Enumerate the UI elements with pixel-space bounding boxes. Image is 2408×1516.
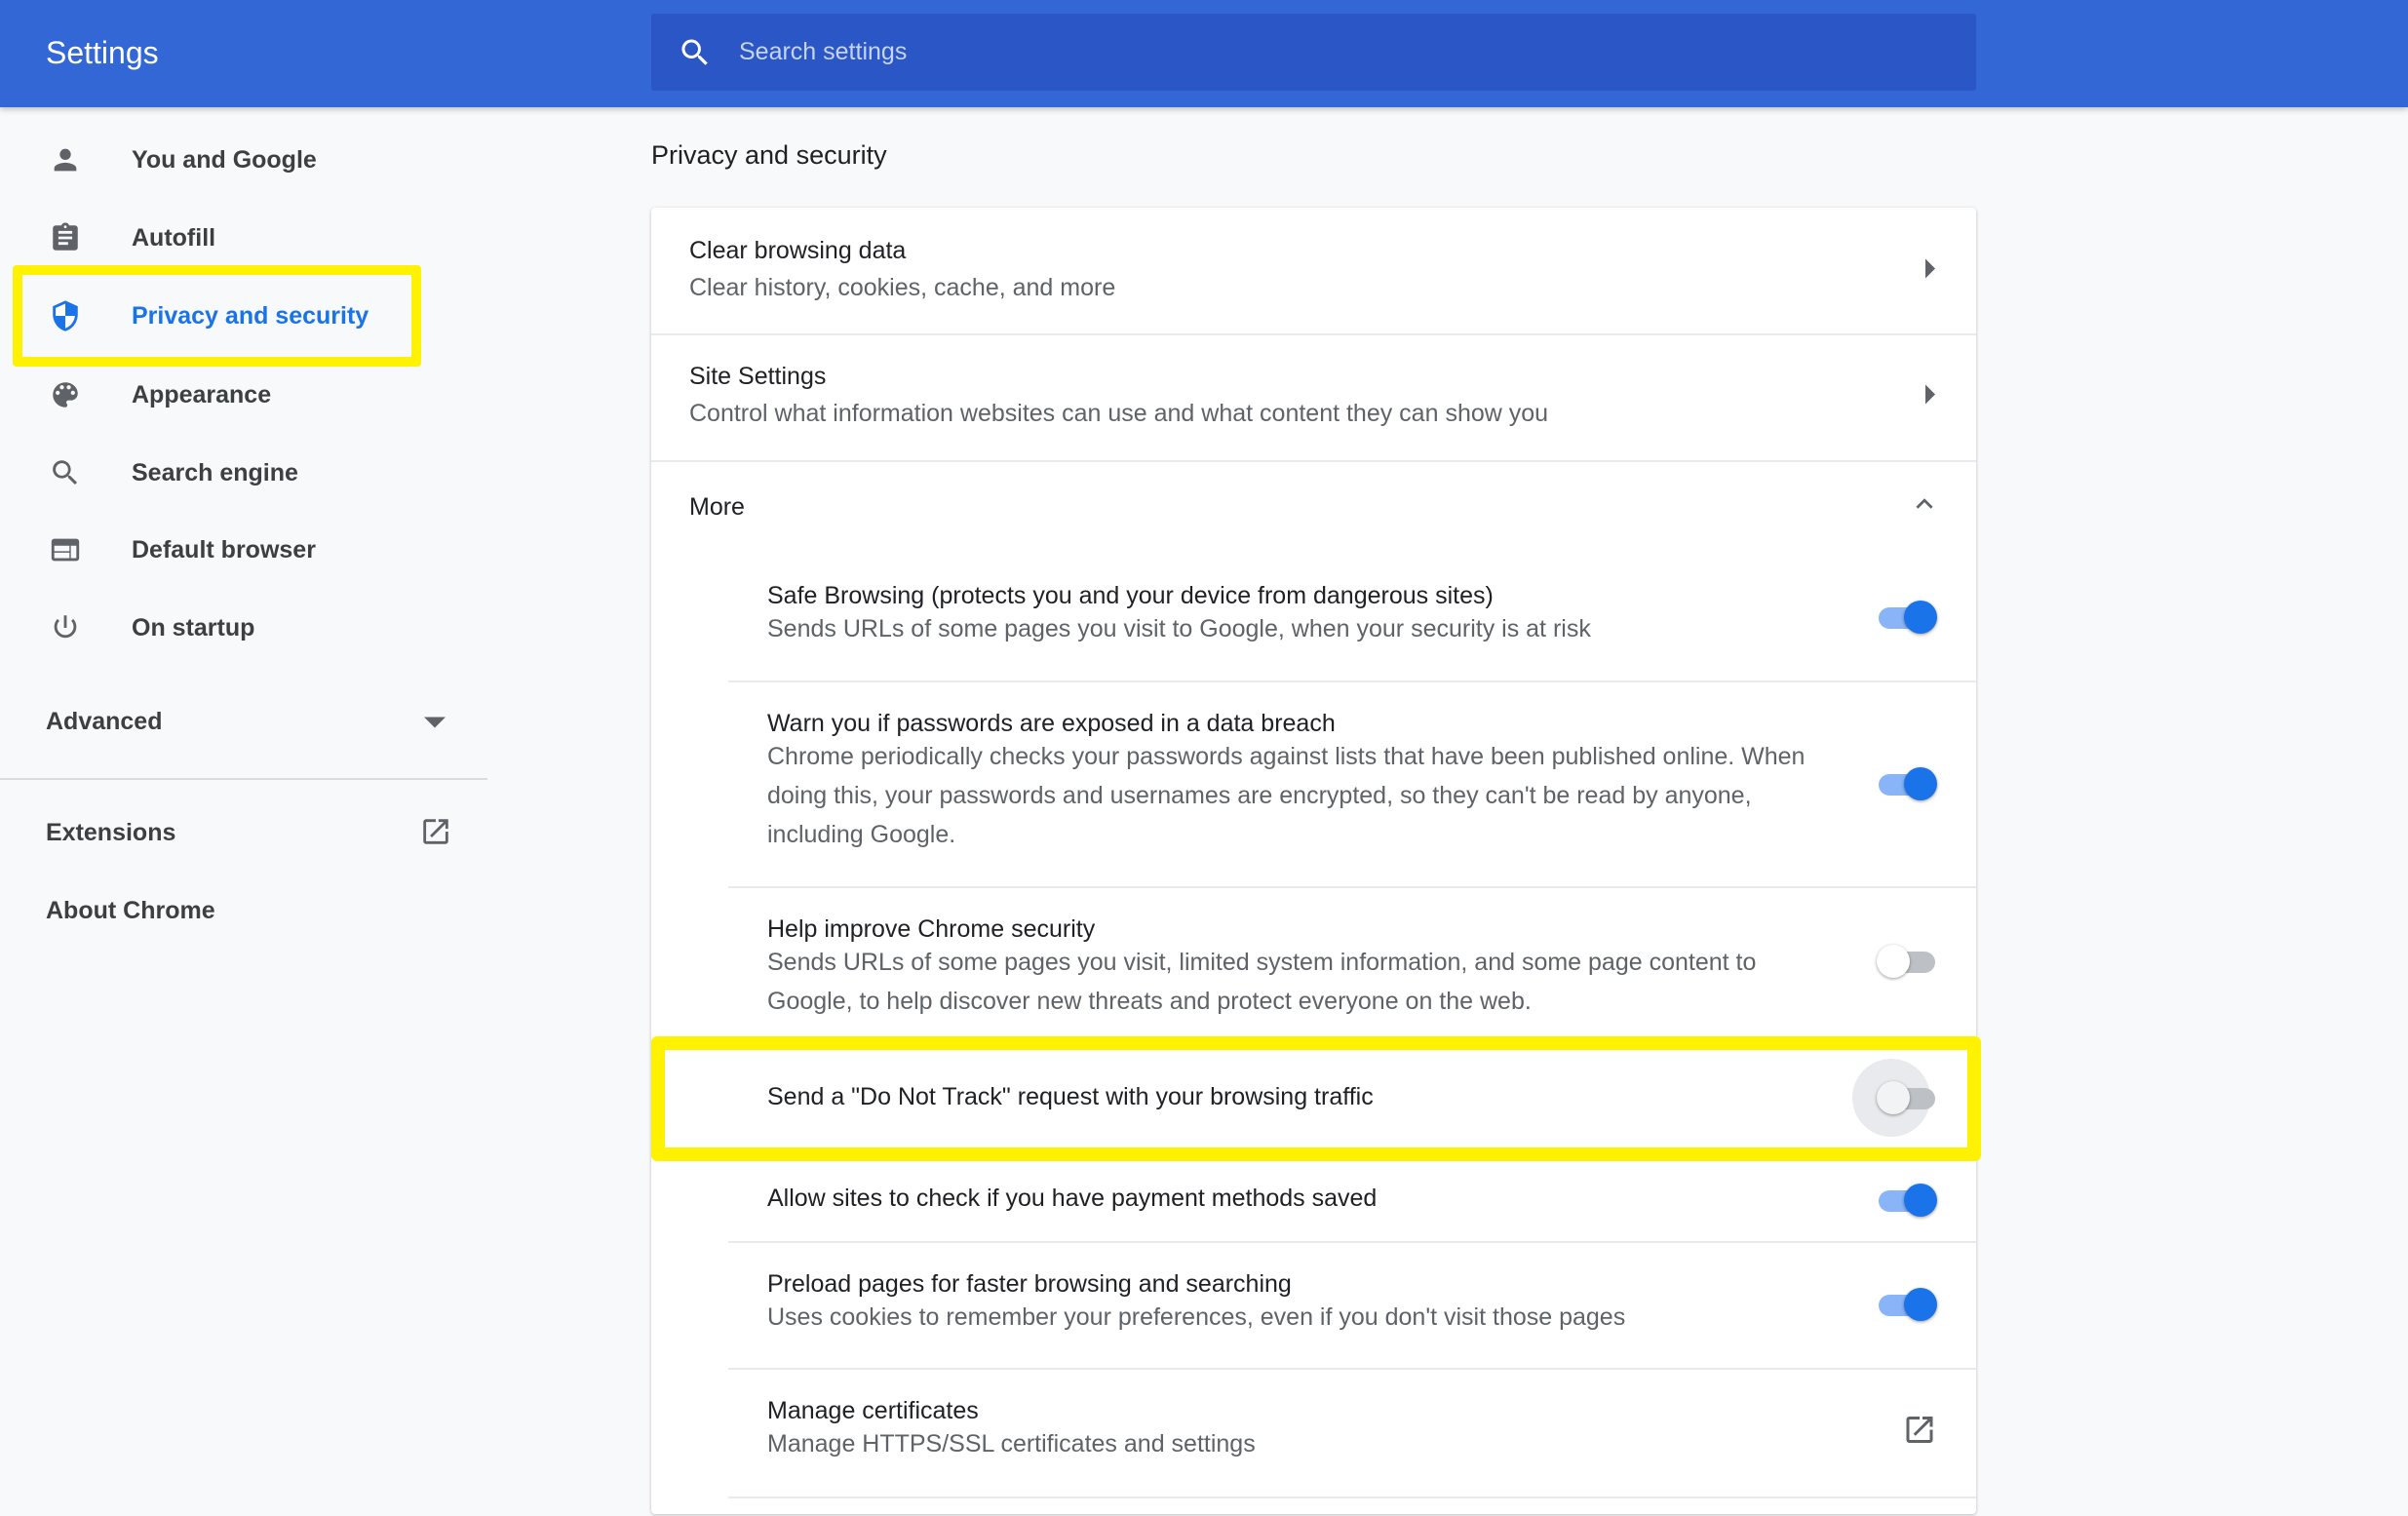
more-section-header[interactable]: More [651, 460, 1976, 553]
header: Settings [0, 0, 2408, 107]
palette-icon [49, 378, 82, 411]
search-input[interactable] [739, 14, 1909, 91]
sidebar-item-autofill[interactable]: Autofill [0, 204, 487, 272]
sidebar-item-you-and-google[interactable]: You and Google [0, 126, 487, 194]
search-bar[interactable] [651, 14, 1976, 91]
sidebar-item-default-browser[interactable]: Default browser [0, 516, 487, 584]
highlight-box-do-not-track [651, 1036, 1981, 1161]
row-divider [728, 1497, 1976, 1498]
preload-pages-row: Preload pages for faster browsing and se… [651, 1241, 1976, 1368]
safe-browsing-row: Safe Browsing (protects you and your dev… [651, 553, 1976, 680]
sidebar-item-on-startup[interactable]: On startup [0, 594, 487, 662]
row-partial [651, 1497, 1976, 1516]
app-title: Settings [46, 35, 159, 71]
external-link-icon[interactable] [1902, 1413, 1937, 1453]
help-improve-security-row: Help improve Chrome security Sends URLs … [651, 886, 1976, 1036]
settings-card: Clear browsing data Clear history, cooki… [651, 208, 1976, 1514]
search-icon [49, 456, 82, 489]
chevron-up-icon[interactable] [1912, 491, 1937, 522]
payment-methods-toggle[interactable] [1877, 1183, 1937, 1218]
row-divider [651, 333, 1976, 335]
sidebar-about-chrome[interactable]: About Chrome [46, 897, 215, 925]
sidebar-extensions[interactable]: Extensions [46, 819, 455, 847]
clipboard-icon [49, 221, 82, 254]
browser-icon [49, 533, 82, 566]
sidebar-item-appearance[interactable]: Appearance [0, 361, 487, 429]
highlight-box-privacy [13, 265, 421, 367]
password-breach-row: Warn you if passwords are exposed in a d… [651, 680, 1976, 886]
payment-methods-row: Allow sites to check if you have payment… [651, 1159, 1976, 1241]
row-divider [728, 680, 1976, 682]
sidebar-advanced[interactable]: Advanced [46, 708, 455, 736]
power-icon [49, 611, 82, 644]
search-icon [678, 35, 713, 70]
page-title: Privacy and security [651, 140, 887, 171]
chevron-right-icon [1923, 258, 1937, 283]
sidebar-item-search-engine[interactable]: Search engine [0, 439, 487, 507]
help-improve-security-toggle[interactable] [1877, 944, 1937, 979]
clear-browsing-data-row[interactable]: Clear browsing data Clear history, cooki… [651, 208, 1976, 333]
external-link-icon [419, 815, 452, 848]
row-divider [728, 1368, 1976, 1370]
row-divider [728, 886, 1976, 888]
safe-browsing-toggle[interactable] [1877, 600, 1937, 635]
manage-certificates-row[interactable]: Manage certificates Manage HTTPS/SSL cer… [651, 1368, 1976, 1497]
preload-pages-toggle[interactable] [1877, 1287, 1937, 1322]
password-breach-toggle[interactable] [1877, 766, 1937, 801]
sidebar-divider [0, 778, 487, 780]
row-divider [728, 1241, 1976, 1243]
chevron-right-icon [1923, 385, 1937, 409]
dropdown-arrow-icon [424, 716, 446, 729]
row-divider [651, 460, 1976, 462]
site-settings-row[interactable]: Site Settings Control what information w… [651, 333, 1976, 460]
person-icon [49, 143, 82, 176]
